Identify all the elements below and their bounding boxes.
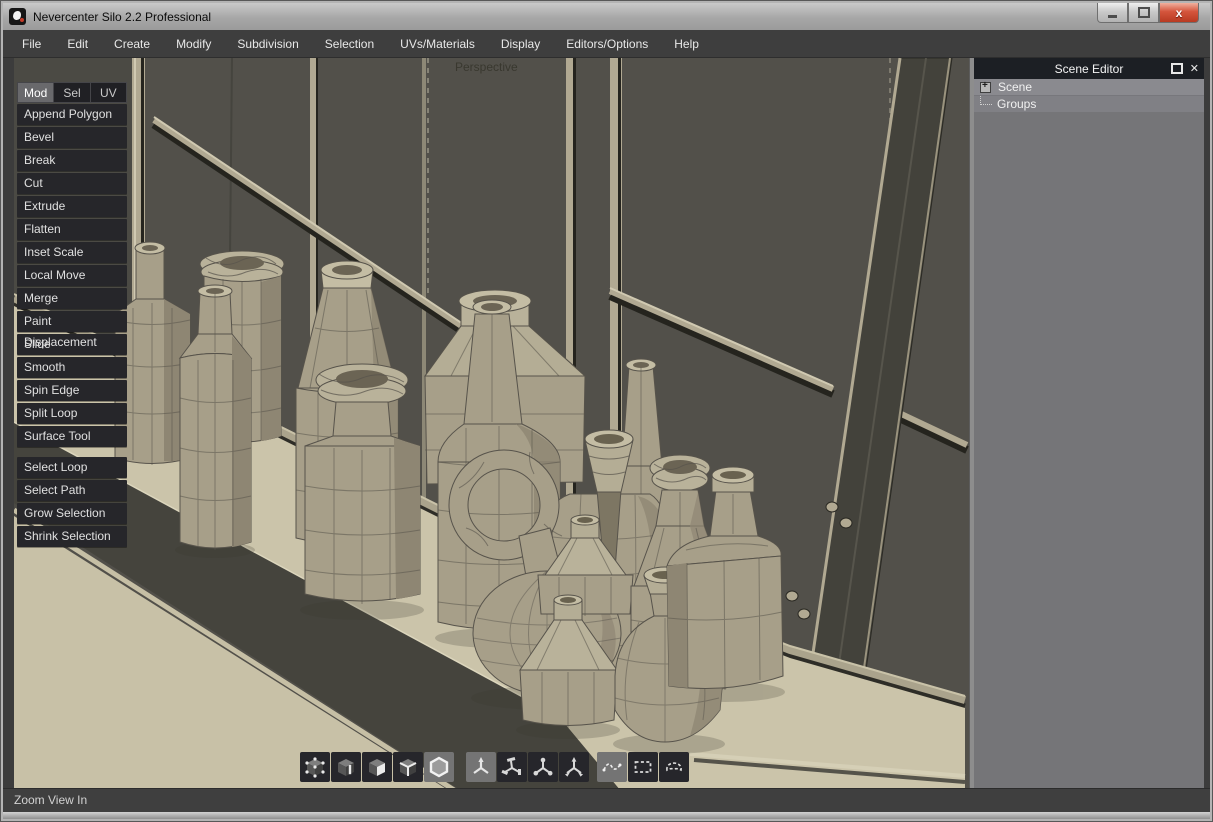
universal-manipulator-button[interactable] — [497, 752, 527, 782]
selection-button-group: Select LoopSelect PathGrow SelectionShri… — [17, 457, 127, 547]
marquee-select-button[interactable] — [628, 752, 658, 782]
tree-item-groups[interactable]: Groups — [974, 95, 1204, 112]
app-window: Nevercenter Silo 2.2 Professional x File… — [0, 0, 1213, 822]
maximize-button[interactable] — [1128, 3, 1159, 23]
menu-item-selection[interactable]: Selection — [312, 30, 387, 58]
minimize-button[interactable] — [1097, 3, 1128, 23]
tool-button-flatten[interactable]: Flatten — [17, 219, 127, 240]
menu-item-create[interactable]: Create — [101, 30, 163, 58]
panel-restore-icon[interactable] — [1171, 63, 1183, 74]
manipulator-group — [466, 752, 589, 782]
menu-item-file[interactable]: File — [9, 30, 54, 58]
tool-button-cut[interactable]: Cut — [17, 173, 127, 194]
title-bar[interactable]: Nevercenter Silo 2.2 Professional x — [3, 3, 1210, 30]
menu-item-uvs-materials[interactable]: UVs/Materials — [387, 30, 488, 58]
menu-item-edit[interactable]: Edit — [54, 30, 101, 58]
object-mode-button[interactable] — [424, 752, 454, 782]
marquee-select-icon — [631, 755, 655, 779]
scale-manipulator-icon — [531, 755, 555, 779]
tree-elbow-line — [980, 96, 992, 105]
multi-mode-button[interactable] — [393, 752, 423, 782]
status-text: Zoom View In — [14, 793, 87, 807]
tool-button-smooth[interactable]: Smooth — [17, 357, 127, 378]
tab-mod[interactable]: Mod — [17, 82, 53, 103]
selection-button-shrink-selection[interactable]: Shrink Selection — [17, 526, 127, 547]
tool-button-spin-edge[interactable]: Spin Edge — [17, 380, 127, 401]
viewport-scene — [14, 58, 969, 790]
move-manipulator-button[interactable] — [466, 752, 496, 782]
expand-icon[interactable] — [980, 82, 991, 93]
universal-manipulator-icon — [500, 755, 524, 779]
tool-button-group: Append PolygonBevelBreakCutExtrudeFlatte… — [17, 104, 127, 447]
scene-editor-titlebar[interactable]: Scene Editor ✕ — [974, 58, 1204, 79]
scene-editor-panel: Scene Editor ✕ Scene Groups — [974, 58, 1204, 788]
tab-uv[interactable]: UV — [90, 82, 127, 103]
selection-style-group — [597, 752, 689, 782]
selection-button-select-loop[interactable]: Select Loop — [17, 457, 127, 478]
tool-button-break[interactable]: Break — [17, 150, 127, 171]
lasso-select-icon — [662, 755, 686, 779]
selection-button-select-path[interactable]: Select Path — [17, 480, 127, 501]
soft-selection-button[interactable] — [597, 752, 627, 782]
tree-item-label: Scene — [998, 80, 1032, 94]
window-title: Nevercenter Silo 2.2 Professional — [33, 10, 211, 24]
tool-button-inset-scale[interactable]: Inset Scale — [17, 242, 127, 263]
tree-item-scene[interactable]: Scene — [974, 79, 1204, 95]
multi-mode-icon — [396, 755, 420, 779]
edge-mode-icon — [334, 755, 358, 779]
menu-item-modify[interactable]: Modify — [163, 30, 224, 58]
tool-button-local-move[interactable]: Local Move — [17, 265, 127, 286]
scale-manipulator-button[interactable] — [528, 752, 558, 782]
move-manipulator-icon — [469, 755, 493, 779]
menu-bar: FileEditCreateModifySubdivisionSelection… — [3, 30, 1210, 58]
menu-item-editors-options[interactable]: Editors/Options — [553, 30, 661, 58]
menu-item-help[interactable]: Help — [661, 30, 712, 58]
menu-item-subdivision[interactable]: Subdivision — [224, 30, 311, 58]
viewport-label: Perspective — [455, 60, 518, 74]
tool-button-split-loop[interactable]: Split Loop — [17, 403, 127, 424]
object-mode-icon — [427, 755, 451, 779]
face-mode-button[interactable] — [362, 752, 392, 782]
tab-sel[interactable]: Sel — [53, 82, 89, 103]
scene-editor-title: Scene Editor — [974, 62, 1204, 76]
close-button[interactable]: x — [1159, 3, 1199, 23]
vertex-mode-button[interactable] — [300, 752, 330, 782]
tool-button-append-polygon[interactable]: Append Polygon — [17, 104, 127, 125]
window-bottom-border — [3, 812, 1210, 819]
tool-button-bevel[interactable]: Bevel — [17, 127, 127, 148]
tree-item-label: Groups — [997, 97, 1036, 111]
vertex-mode-icon — [303, 755, 327, 779]
face-mode-icon — [365, 755, 389, 779]
lasso-select-button[interactable] — [659, 752, 689, 782]
translate-arrows-icon — [562, 755, 586, 779]
panel-close-icon[interactable]: ✕ — [1190, 62, 1199, 75]
selection-mode-group — [300, 752, 454, 782]
translate-arrows-button[interactable] — [559, 752, 589, 782]
sidebar-tabs: Mod Sel UV — [17, 82, 127, 103]
tool-button-surface-tool[interactable]: Surface Tool — [17, 426, 127, 447]
soft-selection-icon — [600, 755, 624, 779]
edge-mode-button[interactable] — [331, 752, 361, 782]
maximize-icon — [1138, 7, 1150, 18]
tool-sidebar: Mod Sel UV Append PolygonBevelBreakCutEx… — [17, 82, 127, 549]
tool-button-extrude[interactable]: Extrude — [17, 196, 127, 217]
tool-button-merge[interactable]: Merge — [17, 288, 127, 309]
viewport-3d[interactable]: Perspective Mod Sel UV Append PolygonBev… — [14, 58, 969, 790]
minimize-icon — [1108, 15, 1117, 18]
app-icon — [9, 8, 26, 25]
status-bar: Zoom View In — [3, 788, 1210, 812]
menu-item-display[interactable]: Display — [488, 30, 553, 58]
tool-button-paint-displacement[interactable]: Paint Displacement — [17, 311, 127, 332]
bottom-toolbar — [300, 752, 689, 782]
selection-button-grow-selection[interactable]: Grow Selection — [17, 503, 127, 524]
